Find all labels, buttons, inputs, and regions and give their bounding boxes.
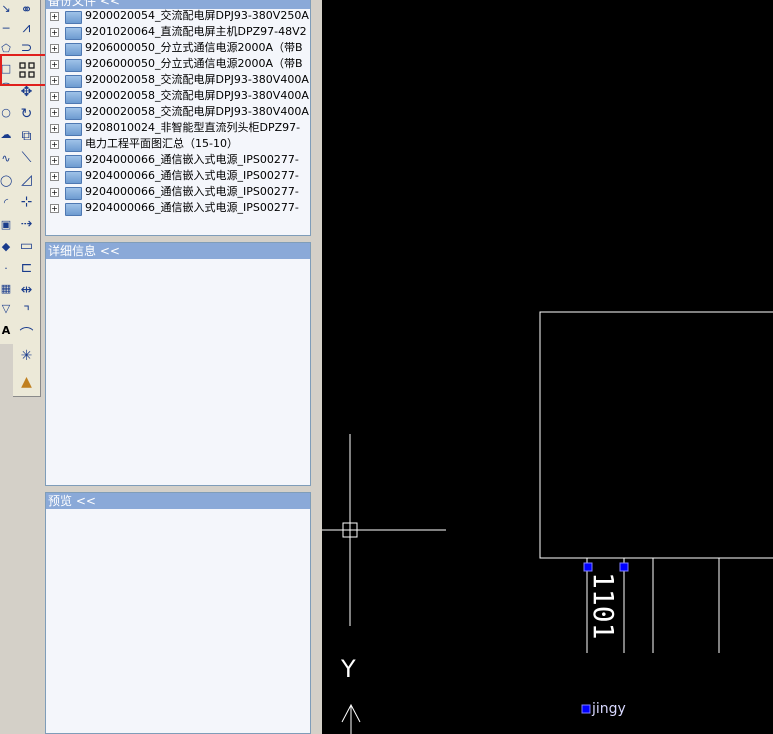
expand-icon[interactable]: + [50, 60, 59, 69]
tree-item-label: 9204000066_通信嵌入式电源_IPS00277- [85, 185, 299, 198]
tree-item[interactable]: +9200020054_交流配电屏DPJ93-380V250A [45, 8, 311, 24]
tree-item-label: 9208010024_非智能型直流列头柜DPZ97- [85, 121, 301, 134]
expand-icon[interactable]: + [50, 108, 59, 117]
break-at-point-icon[interactable]: ▭ [15, 236, 38, 256]
trim-icon[interactable]: ⊹ [15, 192, 38, 212]
tree-item[interactable]: +9208010024_非智能型直流列头柜DPZ97- [45, 120, 311, 136]
detail-header[interactable]: 详细信息 << [46, 243, 310, 259]
expand-icon[interactable]: + [50, 12, 59, 21]
draw-toolbar-partial: ↘ ─ ⬠ □ ⌒ ○ ☁ ∿ ◯ ◜ ▣ ◆ · ▦ ▽ A [0, 0, 14, 344]
preview-header[interactable]: 预览 << [46, 493, 310, 509]
drawing-svg: Y 1101 jingy [322, 311, 773, 734]
expand-icon[interactable]: + [50, 140, 59, 149]
folder-icon [65, 139, 82, 152]
insert-block-tool-icon[interactable]: ▣ [0, 216, 12, 234]
lengthen-icon[interactable]: ◿ [15, 170, 38, 190]
hatch-tool-icon[interactable]: ▦ [0, 280, 12, 298]
make-block-tool-icon[interactable]: ◆ [0, 238, 12, 256]
tree-item-label: 9200020058_交流配电屏DPJ93-380V400A [85, 105, 309, 118]
expand-icon[interactable]: + [50, 172, 59, 181]
expand-icon[interactable]: + [50, 76, 59, 85]
expand-icon[interactable]: + [50, 44, 59, 53]
explode-icon[interactable]: ✳ [15, 346, 38, 366]
tree-item-label: 9200020058_交流配电屏DPJ93-380V400A [85, 89, 309, 102]
ellipse-tool-icon[interactable]: ◯ [0, 172, 12, 190]
tree-item[interactable]: +9200020058_交流配电屏DPJ93-380V400A [45, 104, 311, 120]
grip-handle[interactable] [583, 562, 593, 572]
grip-handle[interactable] [619, 562, 629, 572]
user-text-entity[interactable]: jingy [591, 701, 626, 717]
mirror-icon[interactable]: ⩘ [15, 18, 38, 38]
rotate-icon[interactable]: ↻ [15, 104, 38, 124]
expand-icon[interactable]: + [50, 28, 59, 37]
join-icon[interactable]: ⇹ [15, 280, 38, 300]
tree-item-label: 9206000050_分立式通信电源2000A（带B [85, 41, 303, 54]
stretch-icon[interactable]: ⟍ [15, 148, 38, 168]
scale-icon[interactable]: ⧉ [15, 126, 38, 146]
tree-item-label: 9201020064_直流配电屏主机DPZ97-48V2 [85, 25, 307, 38]
tree-item[interactable]: +9201020064_直流配电屏主机DPZ97-48V2 [45, 24, 311, 40]
xline-tool-icon[interactable]: ─ [0, 20, 12, 38]
region-tool-icon[interactable]: ▽ [0, 300, 12, 318]
detail-panel: 详细信息 << [45, 242, 311, 486]
drawing-canvas[interactable]: Y 1101 jingy [322, 0, 773, 734]
tree-item[interactable]: +9204000066_通信嵌入式电源_IPS00277- [45, 168, 311, 184]
chamfer-icon[interactable]: ⌝ [15, 302, 38, 322]
folder-icon [65, 11, 82, 24]
tree-item-label: 9204000066_通信嵌入式电源_IPS00277- [85, 201, 299, 214]
grip-handle[interactable] [581, 704, 591, 714]
folder-icon [65, 187, 82, 200]
folder-icon [65, 171, 82, 184]
panel-splitter[interactable] [311, 0, 322, 734]
fillet-icon[interactable]: ⌒ [15, 324, 38, 344]
tree-item[interactable]: +9204000066_通信嵌入式电源_IPS00277- [45, 152, 311, 168]
folder-icon [65, 75, 82, 88]
circle-tool-icon[interactable]: ○ [0, 104, 12, 122]
tree-item[interactable]: +9204000066_通信嵌入式电源_IPS00277- [45, 200, 311, 216]
mtext-tool-icon[interactable]: A [0, 322, 12, 340]
preview-panel: 预览 << [45, 492, 311, 734]
tree-item-label: 电力工程平面图汇总（15-10） [85, 137, 238, 150]
ellipse-arc-tool-icon[interactable]: ◜ [0, 194, 12, 212]
tree-item-label: 9200020054_交流配电屏DPJ93-380V250A [85, 9, 309, 22]
tree-item[interactable]: + 电力工程平面图汇总（15-10） [45, 136, 311, 152]
cleanup-icon[interactable]: ▲ [15, 372, 38, 392]
ucs-y-label: Y [340, 655, 356, 683]
expand-icon[interactable]: + [50, 124, 59, 133]
folder-icon [65, 43, 82, 56]
extend-icon[interactable]: ⇢ [15, 214, 38, 234]
vertical-text-entity[interactable]: 1101 [587, 572, 620, 639]
tree-item[interactable]: +9200020058_交流配电屏DPJ93-380V400A [45, 88, 311, 104]
rectangle-entity[interactable] [539, 311, 773, 559]
expand-icon[interactable]: + [50, 204, 59, 213]
tree-item[interactable]: +9206000050_分立式通信电源2000A（带B [45, 40, 311, 56]
backup-file-tree: +9200020054_交流配电屏DPJ93-380V250A +92010200… [45, 8, 311, 216]
tree-item[interactable]: +9204000066_通信嵌入式电源_IPS00277- [45, 184, 311, 200]
folder-icon [65, 107, 82, 120]
folder-icon [65, 155, 82, 168]
tree-item-label: 9204000066_通信嵌入式电源_IPS00277- [85, 153, 299, 166]
folder-icon [65, 91, 82, 104]
spline-tool-icon[interactable]: ∿ [0, 150, 12, 168]
expand-icon[interactable]: + [50, 188, 59, 197]
tree-item-label: 9204000066_通信嵌入式电源_IPS00277- [85, 169, 299, 182]
tree-item[interactable]: +9206000050_分立式通信电源2000A（带B [45, 56, 311, 72]
expand-icon[interactable]: + [50, 156, 59, 165]
point-tool-icon[interactable]: · [0, 260, 12, 278]
revcloud-tool-icon[interactable]: ☁ [0, 126, 12, 144]
folder-icon [65, 27, 82, 40]
tree-item-label: 9200020058_交流配电屏DPJ93-380V400A [85, 73, 309, 86]
break-icon[interactable]: ⊏ [15, 258, 38, 278]
folder-icon [65, 123, 82, 136]
tree-item[interactable]: +9200020058_交流配电屏DPJ93-380V400A [45, 72, 311, 88]
copy-icon[interactable]: ⚭ [15, 0, 38, 20]
expand-icon[interactable]: + [50, 92, 59, 101]
folder-icon [65, 59, 82, 72]
folder-icon [65, 203, 82, 216]
tree-item-label: 9206000050_分立式通信电源2000A（带B [85, 57, 303, 70]
line-tool-icon[interactable]: ↘ [0, 0, 12, 18]
